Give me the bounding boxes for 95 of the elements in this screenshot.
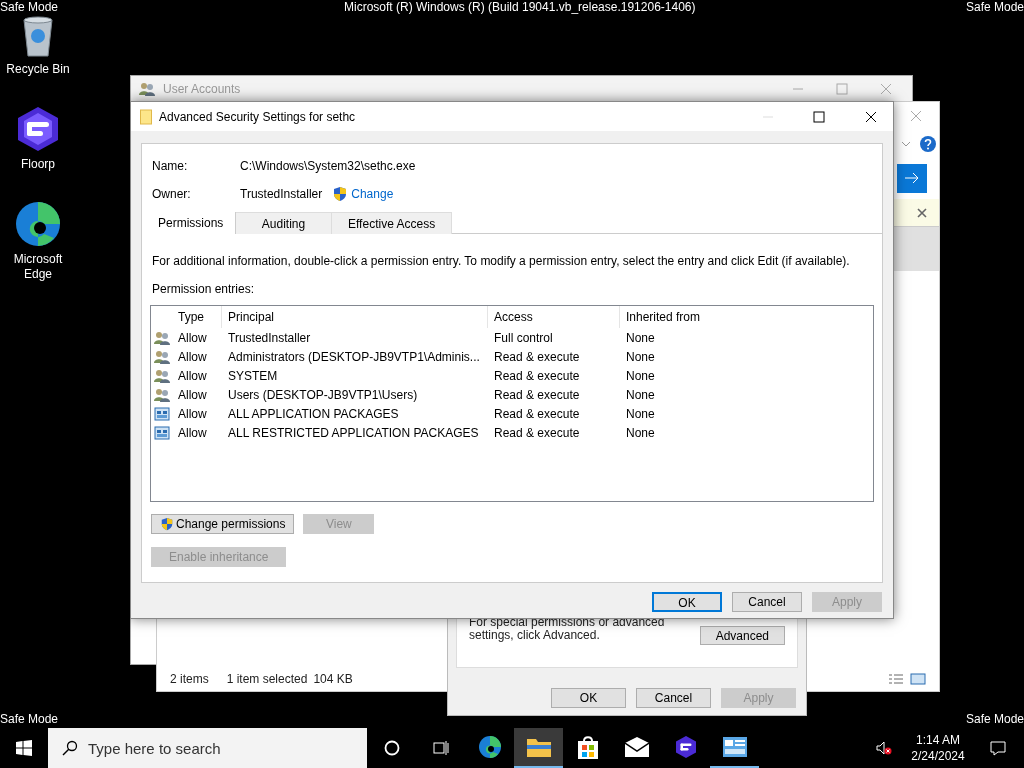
permission-row[interactable]: Allow SYSTEM Read & execute None xyxy=(151,366,873,385)
package-icon xyxy=(153,405,170,422)
inherited-cell-text: None xyxy=(625,329,656,347)
dialog-button[interactable]: Cancel xyxy=(732,592,802,612)
notification-icon[interactable] xyxy=(990,740,1006,756)
info-text: For additional information, double-click a permission entry. To modify a permission entry, select the entry and click Edit (if available). xyxy=(151,253,851,270)
tab[interactable]: Auditing xyxy=(236,212,332,234)
principal-cell-text: ALL APPLICATION PACKAGES xyxy=(227,405,400,423)
safe-mode-label: Safe Mode xyxy=(0,0,59,15)
user-group-icon xyxy=(153,329,170,346)
desktop-icon-label[interactable]: Microsoft Edge xyxy=(3,252,73,282)
folder-icon xyxy=(526,737,551,757)
type-cell-text: Allow xyxy=(177,367,208,385)
inherited-cell-text: None xyxy=(625,386,656,404)
status-size: 104 KB xyxy=(313,671,353,688)
access-cell-text: Read & execute xyxy=(493,348,581,366)
tab[interactable]: Permissions xyxy=(142,212,236,234)
dialog-button[interactable]: OK xyxy=(652,592,722,612)
change-owner-link[interactable]: Change xyxy=(351,185,394,203)
principal-cell-text: Users (DESKTOP-JB9VTP1\Users) xyxy=(227,386,419,404)
name-label: Name: xyxy=(152,158,189,175)
principal-cell-text: ALL RESTRICTED APPLICATION PACKAGES xyxy=(227,424,480,442)
type-cell-text: Allow xyxy=(177,348,208,366)
permission-row[interactable]: Allow Administrators (DESKTOP-JB9VTP1\Adminis... Read & execute None xyxy=(151,347,873,366)
close-icon[interactable] xyxy=(865,110,877,123)
type-cell-text: Allow xyxy=(177,405,208,423)
desktop-icon-label[interactable]: Recycle Bin xyxy=(3,62,73,77)
build-info-label: Microsoft (R) Windows (R) (Build 19041.vb_release.191206-1406) xyxy=(344,0,696,15)
status-selection: 1 item selected xyxy=(226,671,308,688)
inherited-cell-text: None xyxy=(625,367,656,385)
circle-icon xyxy=(383,740,400,756)
shopping-bag-icon xyxy=(577,735,598,759)
desktop-icon-label[interactable]: Floorp xyxy=(3,157,73,172)
access-cell-text: Read & execute xyxy=(493,405,581,423)
muted-speaker-icon[interactable] xyxy=(876,740,892,756)
access-cell-text: Read & execute xyxy=(493,386,581,404)
owner-label: Owner: xyxy=(152,186,192,203)
advanced-button[interactable]: Advanced xyxy=(699,626,785,645)
user-group-icon xyxy=(153,386,170,403)
envelope-icon xyxy=(624,737,649,757)
entries-label: Permission entries: xyxy=(151,281,256,298)
folder-icon xyxy=(140,108,152,125)
tab[interactable]: Effective Access xyxy=(332,212,453,234)
user-group-icon xyxy=(153,348,170,365)
edge-logo-icon xyxy=(477,735,502,759)
user-group-icon xyxy=(139,81,155,97)
safe-mode-label: Safe Mode xyxy=(0,712,59,727)
safe-mode-label: Safe Mode xyxy=(965,712,1024,727)
access-cell-text: Read & execute xyxy=(493,424,581,442)
windows-logo-icon xyxy=(16,740,32,756)
search-icon xyxy=(62,740,78,756)
go-button[interactable] xyxy=(897,163,927,193)
task-view-icon xyxy=(432,740,449,756)
safe-mode-label: Safe Mode xyxy=(965,0,1024,15)
control-panel-icon xyxy=(722,737,747,757)
shield-icon xyxy=(332,186,349,202)
inherited-cell-text: None xyxy=(625,348,656,366)
permission-row[interactable]: Allow ALL APPLICATION PACKAGES Read & execute None xyxy=(151,404,873,423)
floorp-logo-icon xyxy=(673,735,698,759)
dialog-button[interactable]: Cancel xyxy=(636,688,711,708)
access-cell-text: Full control xyxy=(493,329,554,347)
arrow-right-icon xyxy=(904,172,920,184)
type-cell-text: Allow xyxy=(177,329,208,347)
column-header[interactable]: Access xyxy=(488,306,620,328)
search-field[interactable]: Type here to search xyxy=(48,728,367,768)
clock-time[interactable]: 1:14 AM xyxy=(916,732,960,748)
clock-date[interactable]: 2/24/2024 xyxy=(911,748,965,764)
type-cell-text: Allow xyxy=(177,424,208,442)
column-header[interactable]: Principal xyxy=(222,306,488,328)
user-group-icon xyxy=(153,367,170,384)
window-title: User Accounts xyxy=(163,81,241,98)
principal-cell-text: SYSTEM xyxy=(227,367,279,385)
principal-cell-text: TrustedInstaller xyxy=(227,329,312,347)
dialog-button[interactable]: OK xyxy=(551,688,626,708)
package-icon xyxy=(153,424,170,441)
action-button[interactable]: Change permissions xyxy=(151,514,295,534)
edge-logo-icon xyxy=(14,200,62,248)
shield-icon xyxy=(160,517,174,531)
window-title: Advanced Security Settings for sethc xyxy=(159,108,356,126)
help-icon[interactable] xyxy=(920,135,936,152)
type-cell-text: Allow xyxy=(177,386,208,404)
access-cell-text: Read & execute xyxy=(493,367,581,385)
column-header[interactable]: Type xyxy=(172,306,222,328)
inherited-cell-text: None xyxy=(625,424,656,442)
taskbar-app-button[interactable] xyxy=(514,728,563,768)
status-item-count: 2 items xyxy=(170,671,209,688)
column-header[interactable]: Inherited from xyxy=(620,306,780,328)
permission-row[interactable]: Allow ALL RESTRICTED APPLICATION PACKAGES Read & execute None xyxy=(151,423,873,442)
permission-row[interactable]: Allow TrustedInstaller Full control None xyxy=(151,328,873,347)
owner-value: TrustedInstaller xyxy=(240,186,323,203)
principal-cell-text: Administrators (DESKTOP-JB9VTP1\Adminis... xyxy=(227,348,481,366)
permission-row[interactable]: Allow Users (DESKTOP-JB9VTP1\Users) Read & execute None xyxy=(151,385,873,404)
maximize-icon[interactable] xyxy=(813,110,825,123)
inherited-cell-text: None xyxy=(625,405,656,423)
name-value: C:\Windows\System32\sethc.exe xyxy=(240,158,416,175)
